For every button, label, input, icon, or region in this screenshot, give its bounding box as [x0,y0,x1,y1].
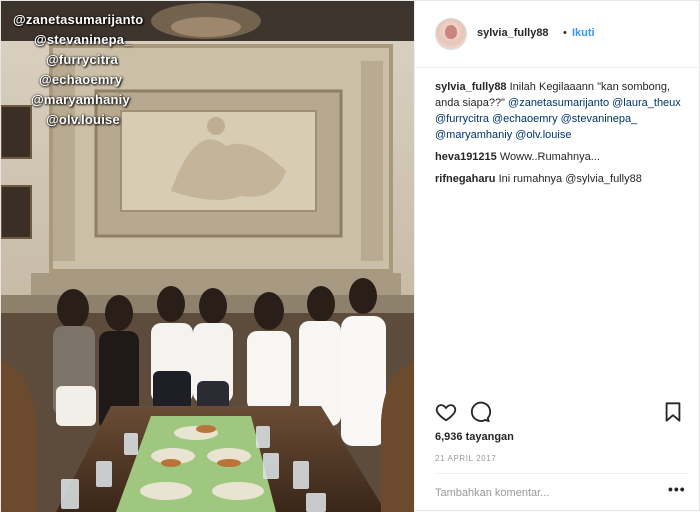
post-video[interactable]: @zanetasumarijanto @stevaninepa_ @furryc… [1,1,414,512]
bookmark-icon[interactable] [662,401,684,423]
view-count[interactable]: 6,936 tayangan [435,431,514,443]
comment-input[interactable] [435,485,655,501]
action-bar [435,401,685,423]
separator-dot: • [563,27,567,39]
post-header: sylvia_fully88 • Ikuti [415,1,700,68]
heart-icon[interactable] [435,401,457,423]
avatar[interactable] [435,18,467,50]
comments-list: sylvia_fully88 Inilah Kegilaaann "kan so… [435,79,687,193]
overlay-tag[interactable]: @zanetasumarijanto [13,12,143,27]
post-details-panel: sylvia_fully88 • Ikuti sylvia_fully88 In… [414,1,700,512]
comment-text: Ini rumahnya @sylvia_fully88 [498,173,642,185]
more-options-icon[interactable]: ••• [668,481,686,497]
overlay-tag[interactable]: @stevaninepa_ [34,32,132,47]
caption: sylvia_fully88 Inilah Kegilaaann "kan so… [435,79,687,143]
comment-item: heva191215 Woww..Rumahnya... [435,149,687,165]
instagram-post: @zanetasumarijanto @stevaninepa_ @furryc… [0,0,700,512]
overlay-tag[interactable]: @olv.louise [46,112,120,127]
follow-button[interactable]: Ikuti [572,27,595,39]
overlay-tag[interactable]: @echaoemry [39,72,122,87]
header-username[interactable]: sylvia_fully88 [477,27,549,39]
comment-item: rifnegaharu Ini rumahnya @sylvia_fully88 [435,171,687,187]
post-date[interactable]: 21 APRIL 2017 [435,454,496,463]
divider [435,473,687,474]
comment-username[interactable]: rifnegaharu [435,173,496,185]
overlay-tag[interactable]: @furrycitra [46,52,118,67]
caption-username[interactable]: sylvia_fully88 [435,81,507,93]
overlay-tag[interactable]: @maryamhaniy [31,92,130,107]
comment-username[interactable]: heva191215 [435,151,497,163]
tagged-users-overlay: @zanetasumarijanto @stevaninepa_ @furryc… [1,1,201,141]
comment-text: Woww..Rumahnya... [499,151,600,163]
comment-bubble-icon[interactable] [469,401,492,423]
